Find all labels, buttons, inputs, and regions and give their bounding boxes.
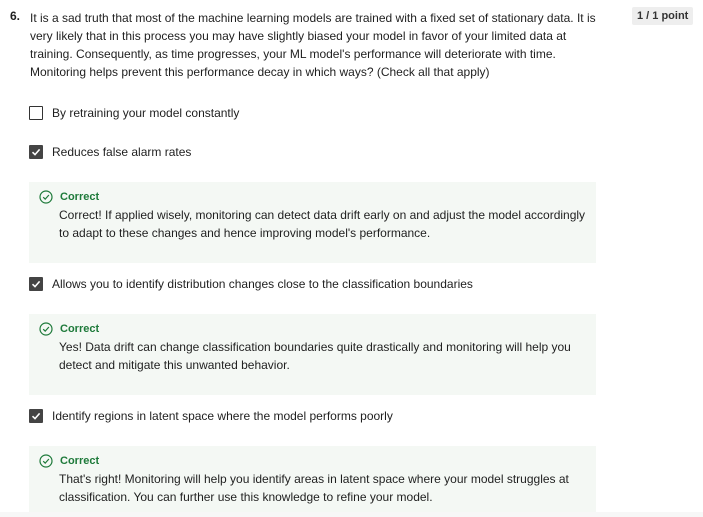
page-divider	[0, 512, 703, 517]
check-circle-icon	[39, 454, 53, 468]
feedback-text: Yes! Data drift can change classificatio…	[59, 340, 571, 372]
option-false-alarm[interactable]: Reduces false alarm rates	[29, 145, 191, 159]
question-number: 6.	[10, 9, 21, 23]
option-latent-space[interactable]: Identify regions in latent space where t…	[29, 409, 393, 423]
check-icon	[31, 280, 41, 288]
option-label: Reduces false alarm rates	[52, 145, 192, 159]
option-label: Allows you to identify distribution chan…	[52, 277, 473, 291]
feedback-box: Correct That's right! Monitoring will he…	[29, 446, 596, 512]
option-label: Identify regions in latent space where t…	[52, 409, 393, 423]
feedback-box: Correct Correct! If applied wisely, moni…	[29, 182, 596, 263]
points-badge: 1 / 1 point	[632, 7, 694, 25]
check-circle-icon	[39, 322, 53, 336]
check-circle-icon	[39, 190, 53, 204]
option-label: By retraining your model constantly	[52, 106, 240, 120]
check-icon	[31, 412, 41, 420]
checkbox-checked[interactable]	[29, 277, 43, 291]
checkbox-checked[interactable]	[29, 409, 43, 423]
quiz-page: 6. It is a sad truth that most of the ma…	[0, 0, 703, 517]
option-distribution-changes[interactable]: Allows you to identify distribution chan…	[29, 277, 473, 291]
feedback-text: Correct! If applied wisely, monitoring c…	[59, 208, 586, 240]
option-retraining[interactable]: By retraining your model constantly	[29, 106, 239, 120]
feedback-text: That's right! Monitoring will help you i…	[59, 472, 569, 504]
question-text: It is a sad truth that most of the machi…	[30, 11, 596, 79]
feedback-title: Correct	[60, 323, 100, 335]
feedback-box: Correct Yes! Data drift can change class…	[29, 314, 596, 395]
checkbox-unchecked[interactable]	[29, 106, 43, 120]
checkbox-checked[interactable]	[29, 145, 43, 159]
check-icon	[31, 148, 41, 156]
feedback-title: Correct	[60, 455, 100, 467]
feedback-title: Correct	[60, 191, 100, 203]
